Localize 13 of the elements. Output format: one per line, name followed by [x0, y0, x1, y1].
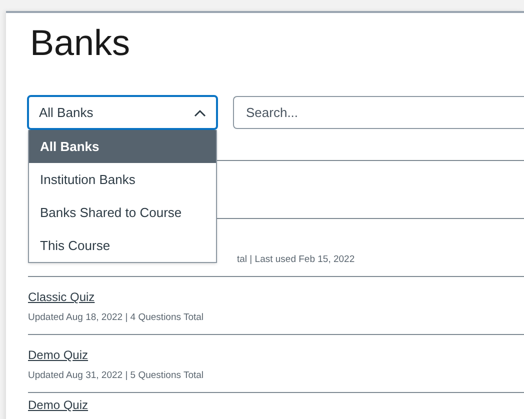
- page-title: Banks: [30, 23, 130, 63]
- bank-details: tal | Last used Feb 15, 2022: [237, 254, 355, 266]
- dropdown-option[interactable]: Banks Shared to Course: [29, 196, 216, 229]
- search-field[interactable]: Search...: [233, 96, 524, 129]
- bank-details: Updated Aug 18, 2022 | 4 Questions Total: [28, 312, 204, 324]
- bank-link[interactable]: Demo Quiz: [28, 397, 88, 413]
- bank-filter-dropdown[interactable]: All Banks: [27, 95, 218, 130]
- bank-link[interactable]: Demo Quiz: [28, 347, 88, 363]
- dropdown-option[interactable]: This Course: [29, 229, 216, 262]
- bank-link[interactable]: Classic Quiz: [28, 289, 95, 305]
- bank-details: Updated Aug 31, 2022 | 5 Questions Total: [28, 370, 204, 382]
- dropdown-option[interactable]: All Banks: [29, 130, 216, 163]
- dropdown-option[interactable]: Institution Banks: [29, 163, 216, 196]
